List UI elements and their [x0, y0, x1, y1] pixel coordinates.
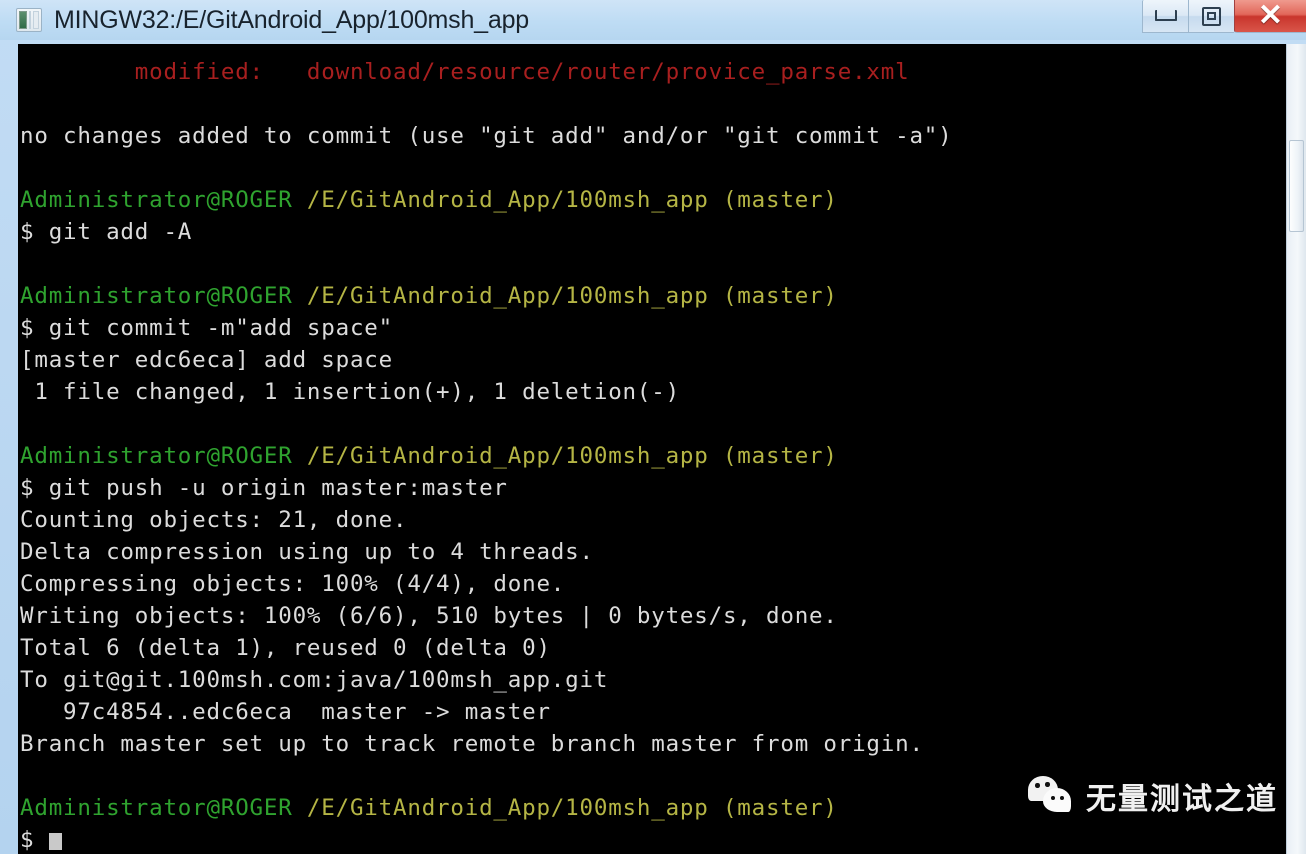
terminal-line: no changes added to commit (use "git add…	[20, 120, 1286, 152]
terminal-line: Delta compression using up to 4 threads.	[20, 536, 1286, 568]
terminal-line: $ git add -A	[20, 216, 1286, 248]
terminal-text-segment: $ git add -A	[20, 219, 193, 245]
terminal-line: modified: download/resource/router/provi…	[20, 56, 1286, 88]
terminal-text-segment: Writing objects: 100% (6/6), 510 bytes |…	[20, 603, 838, 629]
terminal-text-segment: $ git commit -m"add space"	[20, 315, 393, 341]
terminal-line: $ git commit -m"add space"	[20, 312, 1286, 344]
terminal-line: $	[20, 824, 1286, 854]
terminal-text-segment: Total 6 (delta 1), reused 0 (delta 0)	[20, 635, 551, 661]
vertical-scrollbar[interactable]	[1286, 44, 1306, 854]
restore-button[interactable]	[1188, 0, 1234, 33]
close-icon: ✕	[1257, 0, 1284, 32]
terminal-text-segment: no changes added to commit (use "git add…	[20, 123, 953, 149]
scrollbar-thumb[interactable]	[1289, 140, 1304, 232]
terminal-text-segment: Administrator@ROGER	[20, 283, 293, 309]
terminal-line: To git@git.100msh.com:java/100msh_app.gi…	[20, 664, 1286, 696]
terminal-text-segment: $ git push -u origin master:master	[20, 475, 508, 501]
terminal-line: [master edc6eca] add space	[20, 344, 1286, 376]
restore-icon	[1202, 6, 1221, 26]
terminal-line: $ git push -u origin master:master	[20, 472, 1286, 504]
minimize-button[interactable]	[1142, 0, 1188, 33]
icon-pane-left	[19, 11, 28, 29]
terminal-line: Administrator@ROGER /E/GitAndroid_App/10…	[20, 440, 1286, 472]
terminal-text-segment: [master edc6eca] add space	[20, 347, 393, 373]
terminal-window-icon	[16, 8, 42, 32]
terminal-text-segment: Counting objects: 21, done.	[20, 507, 408, 533]
terminal-text-segment: 97c4854..edc6eca master -> master	[20, 699, 551, 725]
terminal-text-segment: /E/GitAndroid_App/100msh_app (master)	[292, 795, 838, 821]
terminal-line: Writing objects: 100% (6/6), 510 bytes |…	[20, 600, 1286, 632]
title-bar[interactable]: MINGW32:/E/GitAndroid_App/100msh_app ✕	[0, 0, 1306, 40]
terminal-line: Total 6 (delta 1), reused 0 (delta 0)	[20, 632, 1286, 664]
terminal-text-segment: /E/GitAndroid_App/100msh_app (master)	[292, 443, 838, 469]
icon-pane-right	[33, 11, 39, 29]
terminal-window: MINGW32:/E/GitAndroid_App/100msh_app ✕ m…	[0, 0, 1306, 854]
close-button[interactable]: ✕	[1234, 0, 1306, 33]
terminal-text-segment: /E/GitAndroid_App/100msh_app (master)	[292, 283, 838, 309]
terminal-text-segment: Compressing objects: 100% (4/4), done.	[20, 571, 566, 597]
minimize-icon	[1154, 10, 1177, 21]
text-cursor	[48, 833, 62, 850]
terminal-text-segment: Administrator@ROGER	[20, 443, 293, 469]
caption-buttons: ✕	[1142, 0, 1306, 33]
terminal-text-segment: /E/GitAndroid_App/100msh_app (master)	[292, 187, 838, 213]
terminal-text-segment: Branch master set up to track remote bra…	[20, 731, 924, 757]
terminal-line: Administrator@ROGER /E/GitAndroid_App/10…	[20, 184, 1286, 216]
terminal-line: Branch master set up to track remote bra…	[20, 728, 1286, 760]
terminal-text-segment: Administrator@ROGER	[20, 795, 293, 821]
terminal-output[interactable]: modified: download/resource/router/provi…	[18, 44, 1286, 854]
terminal-line: Counting objects: 21, done.	[20, 504, 1286, 536]
terminal-line: 97c4854..edc6eca master -> master	[20, 696, 1286, 728]
terminal-text-segment: $	[20, 827, 49, 853]
terminal-frame: modified: download/resource/router/provi…	[18, 44, 1286, 854]
terminal-text-segment: Administrator@ROGER	[20, 187, 293, 213]
terminal-line: Administrator@ROGER /E/GitAndroid_App/10…	[20, 792, 1286, 824]
terminal-line: Compressing objects: 100% (4/4), done.	[20, 568, 1286, 600]
terminal-text-segment: Delta compression using up to 4 threads.	[20, 539, 594, 565]
terminal-text-segment: 1 file changed, 1 insertion(+), 1 deleti…	[20, 379, 680, 405]
terminal-text-segment: To git@git.100msh.com:java/100msh_app.gi…	[20, 667, 609, 693]
terminal-line: 1 file changed, 1 insertion(+), 1 deleti…	[20, 376, 1286, 408]
terminal-line: Administrator@ROGER /E/GitAndroid_App/10…	[20, 280, 1286, 312]
icon-pane-middle	[29, 11, 32, 29]
window-title: MINGW32:/E/GitAndroid_App/100msh_app	[54, 5, 529, 34]
terminal-text-segment: modified: download/resource/router/provi…	[20, 59, 910, 85]
